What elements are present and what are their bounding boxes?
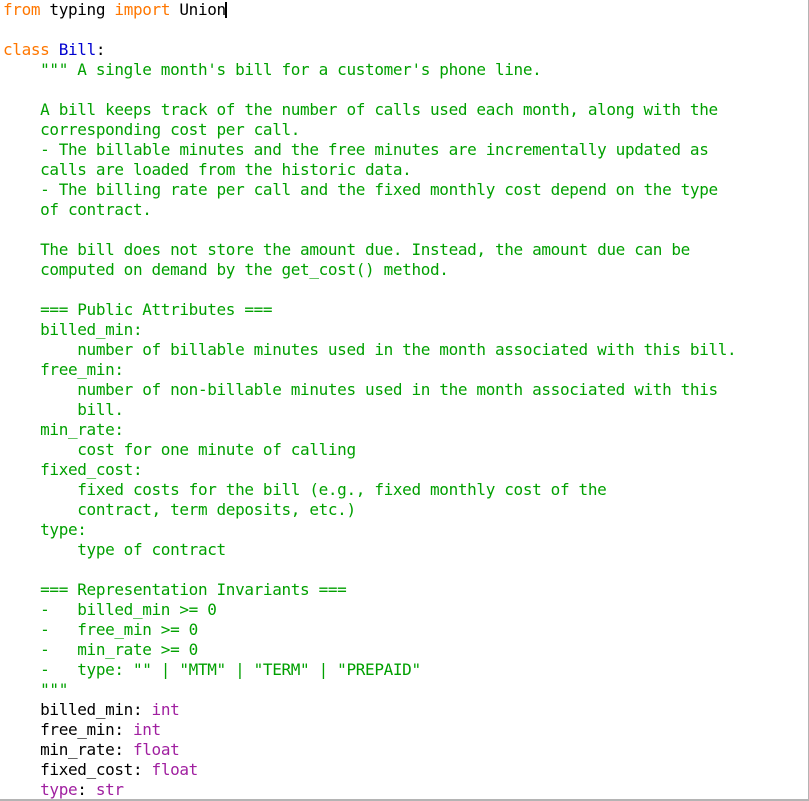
- code-token: billed_min:: [3, 700, 152, 719]
- code-line: calls are loaded from the historic data.: [3, 160, 736, 180]
- code-token: - type: "" | "MTM" | "TERM" | "PREPAID": [3, 660, 421, 679]
- code-token: - The billable minutes and the free minu…: [3, 140, 709, 159]
- code-token: Union: [170, 0, 226, 19]
- code-token: import: [114, 0, 171, 19]
- code-line: fixed costs for the bill (e.g., fixed mo…: [3, 480, 736, 500]
- code-token: """ A single month's bill for a customer…: [3, 60, 542, 79]
- code-line: === Representation Invariants ===: [3, 580, 736, 600]
- code-line: number of non-billable minutes used in t…: [3, 380, 736, 400]
- code-line: contract, term deposits, etc.): [3, 500, 736, 520]
- code-line: cost for one minute of calling: [3, 440, 736, 460]
- code-token: contract, term deposits, etc.): [3, 500, 356, 519]
- code-token: A bill keeps track of the number of call…: [3, 100, 718, 119]
- code-token: === Public Attributes ===: [3, 300, 273, 319]
- code-token: free_min:: [3, 720, 133, 739]
- code-token: type:: [3, 520, 87, 539]
- code-line: - The billing rate per call and the fixe…: [3, 180, 736, 200]
- code-line: """ A single month's bill for a customer…: [3, 60, 736, 80]
- code-token: int: [151, 700, 180, 719]
- code-token: number of non-billable minutes used in t…: [3, 380, 718, 399]
- code-token: The bill does not store the amount due. …: [3, 240, 690, 259]
- code-token: fixed_cost:: [3, 760, 152, 779]
- code-line: type:: [3, 520, 736, 540]
- text-cursor: [224, 2, 227, 18]
- code-line: === Public Attributes ===: [3, 300, 736, 320]
- code-token: === Representation Invariants ===: [3, 580, 347, 599]
- code-token: corresponding cost per call.: [3, 120, 301, 139]
- code-token: typing: [40, 0, 115, 19]
- code-token: :: [95, 40, 106, 59]
- code-line: min_rate:: [3, 420, 736, 440]
- code-token: - free_min >= 0: [3, 620, 198, 639]
- code-line: """: [3, 680, 736, 700]
- code-line: free_min:: [3, 360, 736, 380]
- code-token: Bill: [58, 40, 96, 59]
- code-line: - free_min >= 0: [3, 620, 736, 640]
- code-token: """: [3, 680, 68, 699]
- code-token: computed on demand by the get_cost() met…: [3, 260, 449, 279]
- code-token: min_rate:: [3, 420, 124, 439]
- code-line: type: str: [3, 780, 736, 799]
- code-editor[interactable]: from typing import Union class Bill: """…: [0, 0, 809, 801]
- code-token: type: [40, 780, 78, 799]
- code-token: str: [95, 780, 124, 799]
- code-line: corresponding cost per call.: [3, 120, 736, 140]
- code-token: fixed costs for the bill (e.g., fixed mo…: [3, 480, 607, 499]
- code-token: float: [151, 760, 199, 779]
- code-line: fixed_cost:: [3, 460, 736, 480]
- code-line: of contract.: [3, 200, 736, 220]
- code-token: min_rate:: [3, 740, 133, 759]
- code-token: int: [132, 720, 161, 739]
- code-token: bill.: [3, 400, 124, 419]
- code-token: free_min:: [3, 360, 124, 379]
- code-line: free_min: int: [3, 720, 736, 740]
- code-token: number of billable minutes used in the m…: [3, 340, 737, 359]
- code-line: billed_min:: [3, 320, 736, 340]
- code-line: number of billable minutes used in the m…: [3, 340, 736, 360]
- code-token: float: [132, 740, 180, 759]
- code-line: type of contract: [3, 540, 736, 560]
- code-line: from typing import Union: [3, 0, 736, 20]
- code-text-area[interactable]: from typing import Union class Bill: """…: [0, 0, 737, 799]
- code-line: - The billable minutes and the free minu…: [3, 140, 736, 160]
- code-token: class: [3, 40, 50, 59]
- code-token: - min_rate >= 0: [3, 640, 198, 659]
- code-line: A bill keeps track of the number of call…: [3, 100, 736, 120]
- code-token: - billed_min >= 0: [3, 600, 217, 619]
- code-token: of contract.: [3, 200, 152, 219]
- code-token: from: [3, 0, 41, 19]
- code-line: - min_rate >= 0: [3, 640, 736, 660]
- code-line: - type: "" | "MTM" | "TERM" | "PREPAID": [3, 660, 736, 680]
- code-line: billed_min: int: [3, 700, 736, 720]
- code-line: fixed_cost: float: [3, 760, 736, 780]
- code-line: min_rate: float: [3, 740, 736, 760]
- code-line: The bill does not store the amount due. …: [3, 240, 736, 260]
- code-token: - The billing rate per call and the fixe…: [3, 180, 718, 199]
- code-line: computed on demand by the get_cost() met…: [3, 260, 736, 280]
- code-token: type of contract: [3, 540, 226, 559]
- code-token: :: [77, 780, 96, 799]
- code-line: bill.: [3, 400, 736, 420]
- code-line: class Bill:: [3, 40, 736, 60]
- code-line: - billed_min >= 0: [3, 600, 736, 620]
- code-token: fixed_cost:: [3, 460, 143, 479]
- code-token: cost for one minute of calling: [3, 440, 356, 459]
- code-token: billed_min:: [3, 320, 143, 339]
- code-token: calls are loaded from the historic data.: [3, 160, 412, 179]
